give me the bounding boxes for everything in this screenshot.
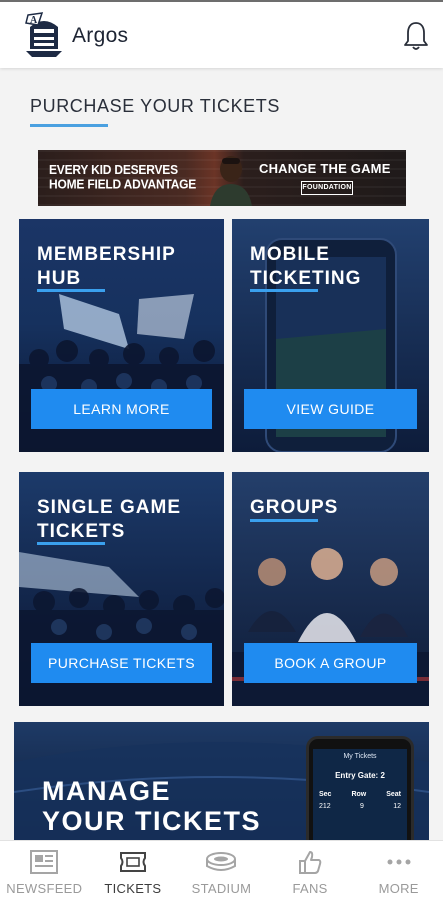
nav-label-newsfeed: NEWSFEED (6, 881, 83, 896)
single-game-title: SINGLE GAME TICKETS (37, 496, 181, 544)
nav-item-more[interactable]: MORE (354, 841, 443, 900)
card-title-underline (250, 519, 318, 522)
phone-seat-labels: Sec Row Seat (319, 791, 401, 798)
seat-label: Seat (386, 791, 401, 798)
bottom-navigation: NEWSFEED TICKETS STADIUM FANS MORE (0, 840, 443, 900)
top-bar: A Argos (0, 0, 443, 68)
card-title-line1: SINGLE GAME (37, 497, 182, 518)
nav-label-tickets: TICKETS (104, 881, 162, 896)
sec-label: Sec (319, 791, 332, 798)
membership-hub-title: MEMBERSHIP HUB (37, 243, 176, 291)
nav-item-stadium[interactable]: STADIUM (177, 841, 266, 900)
nav-label-more: MORE (378, 881, 419, 896)
app-screen: A Argos PURCHASE YOUR TICKETS EVERY KID … (0, 0, 443, 900)
more-dots-icon (387, 859, 411, 865)
view-guide-button[interactable]: VIEW GUIDE (244, 389, 417, 429)
card-title-line2: HUB (37, 268, 82, 289)
membership-hub-card[interactable]: MEMBERSHIP HUB LEARN MORE (19, 219, 224, 452)
notification-bell-icon[interactable] (401, 20, 431, 52)
card-title-line1: MOBILE (250, 244, 330, 265)
phone-entry-gate: Entry Gate: 2 (335, 771, 385, 780)
purchase-tickets-button[interactable]: PURCHASE TICKETS (31, 643, 212, 683)
app-brand-title: Argos (72, 24, 129, 47)
section-title: PURCHASE YOUR TICKETS (30, 96, 280, 116)
single-game-tickets-card[interactable]: SINGLE GAME TICKETS PURCHASE TICKETS (19, 472, 224, 706)
stadium-icon (206, 852, 237, 871)
book-a-group-button[interactable]: BOOK A GROUP (244, 643, 417, 683)
mobile-ticketing-card[interactable]: MOBILE TICKETING VIEW GUIDE (232, 219, 429, 452)
manage-title-line2: YOUR TICKETS (42, 806, 262, 836)
banner-left-line1: EVERY KID DESERVES (49, 162, 178, 177)
foundation-banner[interactable]: EVERY KID DESERVES HOME FIELD ADVANTAGE … (38, 150, 406, 206)
thumbs-up-icon (299, 851, 322, 874)
nav-item-tickets[interactable]: TICKETS (89, 841, 178, 900)
banner-child-image (210, 156, 252, 206)
tickets-icon (119, 852, 146, 872)
sec-value: 212 (319, 803, 331, 810)
argos-logo-icon[interactable]: A (22, 11, 66, 59)
card-title-line1: MEMBERSHIP (37, 244, 176, 265)
banner-right-text: CHANGE THE GAME (259, 161, 391, 176)
banner-left-line2: HOME FIELD ADVANTAGE (49, 177, 197, 192)
card-title-line1: GROUPS (250, 497, 339, 518)
card-title-line2: TICKETING (250, 268, 362, 289)
banner-left-text: EVERY KID DESERVES HOME FIELD ADVANTAGE (49, 162, 196, 191)
card-title-underline (250, 289, 318, 292)
phone-screen: My Tickets Entry Gate: 2 Sec Row Seat 21… (313, 749, 407, 840)
manage-tickets-promo[interactable]: MANAGE YOUR TICKETS My Tickets Entry Gat… (14, 722, 429, 840)
nav-item-newsfeed[interactable]: NEWSFEED (0, 841, 89, 900)
seat-value: 12 (393, 803, 401, 810)
svg-text:A: A (30, 15, 38, 26)
groups-title: GROUPS (250, 496, 338, 520)
phone-seat-values: 212 9 12 (319, 803, 401, 810)
manage-title-line1: MANAGE (42, 776, 171, 806)
phone-screen-header: My Tickets (343, 753, 377, 760)
newsfeed-icon (30, 850, 59, 874)
nav-label-stadium: STADIUM (191, 881, 252, 896)
learn-more-button[interactable]: LEARN MORE (31, 389, 212, 429)
groups-card[interactable]: GROUPS BOOK A GROUP (232, 472, 429, 706)
card-title-underline (37, 542, 105, 545)
mobile-ticketing-title: MOBILE TICKETING (250, 243, 361, 291)
card-title-underline (37, 289, 105, 292)
card-title-line2: TICKETS (37, 521, 126, 542)
section-title-underline (30, 124, 108, 127)
manage-tickets-title: MANAGE YOUR TICKETS (42, 776, 261, 836)
nav-item-fans[interactable]: FANS (266, 841, 355, 900)
nav-label-fans: FANS (292, 881, 328, 896)
phone-mockup: My Tickets Entry Gate: 2 Sec Row Seat 21… (306, 736, 414, 840)
row-value: 9 (359, 803, 364, 810)
row-label: Row (351, 791, 367, 798)
foundation-badge: FOUNDATION (301, 181, 353, 195)
